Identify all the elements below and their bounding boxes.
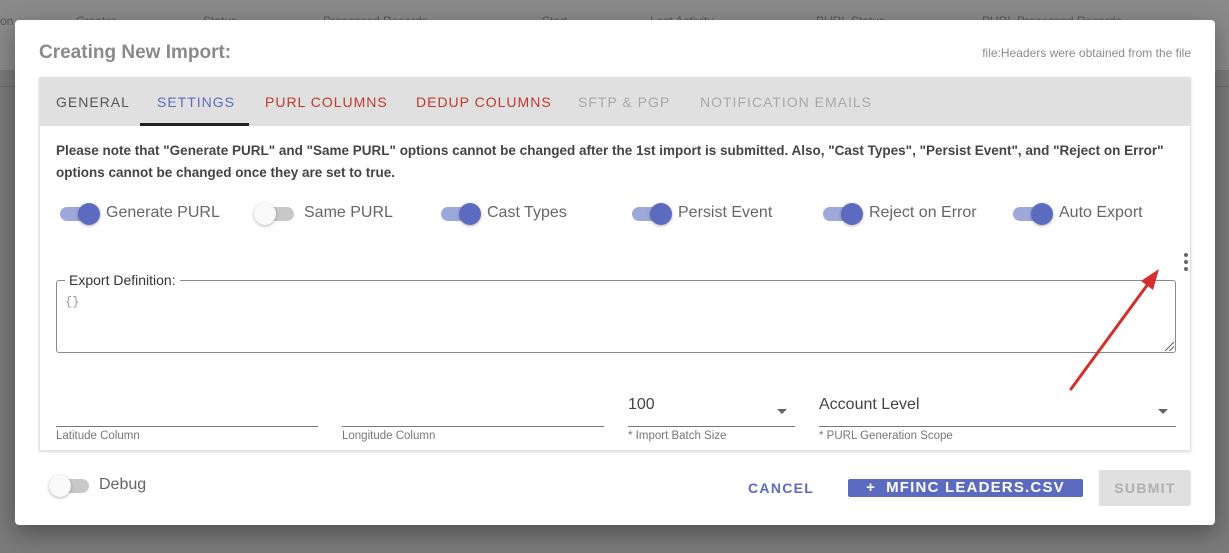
upload-file-button[interactable]: + MFINC LEADERS.CSV: [848, 479, 1083, 497]
tab-bar: General Settings PURL Columns Dedup Colu…: [40, 78, 1190, 126]
toggle-switch[interactable]: [254, 198, 296, 228]
plus-icon: +: [866, 479, 877, 496]
longitude-column-label: Longitude Column: [342, 430, 436, 442]
toggle-switch[interactable]: [630, 198, 672, 228]
active-tab-indicator: [140, 123, 249, 126]
auto-export-toggle[interactable]: Auto Export: [1011, 198, 1143, 228]
dropdown-arrow-icon[interactable]: [1158, 409, 1168, 414]
purl-generation-scope-label: * PURL Generation Scope: [819, 430, 953, 442]
purl-generation-scope-select[interactable]: Account Level * PURL Generation Scope: [819, 388, 1176, 448]
import-dialog: Creating New Import: file:Headers were o…: [15, 20, 1215, 525]
persist-event-toggle[interactable]: Persist Event: [630, 198, 772, 228]
bg-column-header: on: [0, 14, 14, 28]
toggle-switch[interactable]: [439, 198, 481, 228]
toggle-label: Generate PURL: [106, 204, 220, 221]
tab-purl-columns[interactable]: PURL Columns: [265, 78, 388, 126]
export-definition-field: Export Definition:: [56, 272, 1176, 353]
toggle-label: Auto Export: [1059, 204, 1143, 221]
tab-sftp-pgp[interactable]: SFTP & PGP: [578, 78, 670, 126]
toggle-label: Debug: [99, 476, 147, 493]
resize-handle-icon[interactable]: [1165, 342, 1174, 351]
toggle-label: Same PURL: [304, 204, 393, 221]
purl-generation-scope-value[interactable]: Account Level: [819, 388, 920, 418]
toggle-label: Reject on Error: [869, 204, 977, 221]
tab-dedup-columns[interactable]: Dedup Columns: [416, 78, 552, 126]
settings-card: General Settings PURL Columns Dedup Colu…: [39, 77, 1191, 451]
tab-notification-emails[interactable]: Notification Emails: [700, 78, 872, 126]
dropdown-arrow-icon[interactable]: [777, 409, 787, 414]
more-vert-icon[interactable]: [1180, 253, 1192, 273]
toggle-switch[interactable]: [49, 470, 91, 500]
same-purl-toggle[interactable]: Same PURL: [254, 198, 393, 228]
header-source-note: file:Headers were obtained from the file: [982, 46, 1191, 60]
toggle-switch[interactable]: [58, 198, 100, 228]
tab-settings[interactable]: Settings: [157, 78, 235, 126]
import-batch-size-label: * Import Batch Size: [628, 430, 727, 442]
import-batch-size-select[interactable]: 100 * Import Batch Size: [628, 388, 795, 448]
toggle-switch[interactable]: [821, 198, 863, 228]
longitude-column-field[interactable]: Longitude Column: [342, 388, 604, 448]
latitude-column-label: Latitude Column: [56, 430, 140, 442]
export-definition-label: Export Definition:: [65, 272, 180, 288]
generate-purl-toggle[interactable]: Generate PURL: [58, 198, 220, 228]
debug-toggle[interactable]: Debug: [49, 470, 147, 500]
cast-types-toggle[interactable]: Cast Types: [439, 198, 567, 228]
dialog-title: Creating New Import:: [39, 42, 232, 63]
toggle-label: Cast Types: [487, 204, 567, 221]
option-toggles: Generate PURL Same PURL Cast Types Persi…: [40, 198, 1190, 228]
cancel-button[interactable]: CANCEL: [748, 478, 814, 498]
tab-general[interactable]: General: [56, 78, 130, 126]
upload-file-label: MFINC LEADERS.CSV: [886, 479, 1065, 496]
settings-notice: Please note that "Generate PURL" and "Sa…: [56, 143, 1164, 180]
latitude-column-field[interactable]: Latitude Column: [56, 388, 318, 448]
import-batch-size-value[interactable]: 100: [628, 388, 655, 418]
reject-on-error-toggle[interactable]: Reject on Error: [821, 198, 977, 228]
export-definition-input[interactable]: [65, 295, 1165, 345]
toggle-label: Persist Event: [678, 204, 773, 221]
submit-button[interactable]: SUBMIT: [1099, 470, 1191, 506]
toggle-switch[interactable]: [1011, 198, 1053, 228]
